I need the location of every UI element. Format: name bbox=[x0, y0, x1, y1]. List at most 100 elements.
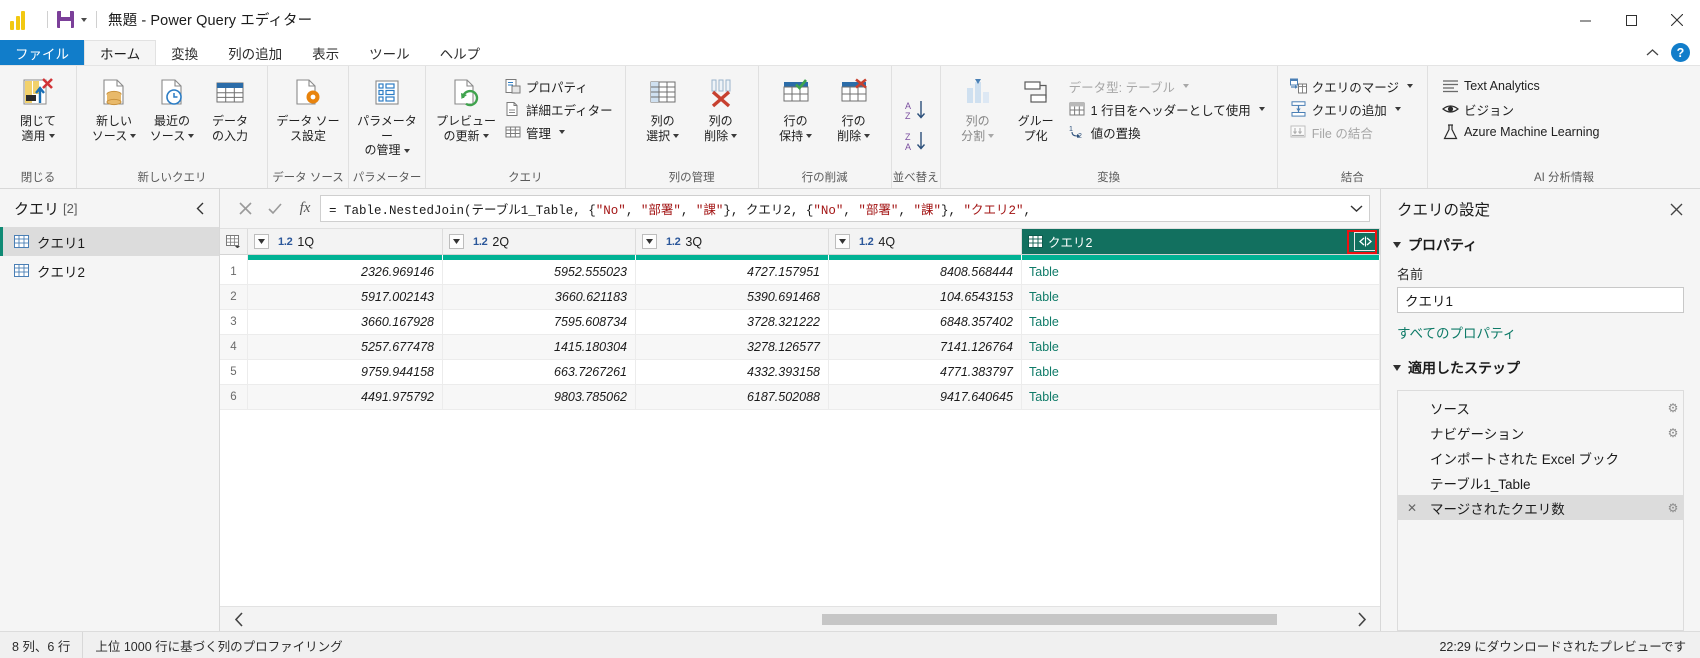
grid-cell[interactable]: 4491.975792 bbox=[248, 385, 443, 409]
scroll-right-chevron-right-icon[interactable] bbox=[1342, 611, 1380, 627]
chevron-down-icon[interactable] bbox=[130, 134, 137, 139]
tab-tools[interactable]: ツール bbox=[354, 40, 425, 65]
grid-cell[interactable]: 5917.002143 bbox=[248, 285, 443, 309]
grid-cell-table-link[interactable]: Table bbox=[1022, 360, 1380, 384]
chevron-down-icon[interactable] bbox=[731, 134, 738, 139]
grid-cell[interactable]: 4332.393158 bbox=[636, 360, 829, 384]
column-header-3q[interactable]: 1.2 3Q bbox=[636, 229, 829, 254]
row-number[interactable]: 6 bbox=[220, 385, 248, 409]
applied-step-item[interactable]: ✕ マージされたクエリ数 ⚙ bbox=[1398, 495, 1683, 520]
grid-cell[interactable]: 3660.167928 bbox=[248, 310, 443, 334]
vision-button[interactable]: ビジョン bbox=[1438, 98, 1606, 120]
data-source-settings-button[interactable]: データ ソー ス設定 bbox=[274, 71, 342, 143]
new-source-button[interactable]: 新しい ソース bbox=[85, 71, 143, 143]
chevron-down-icon[interactable] bbox=[188, 134, 195, 139]
applied-step-item[interactable]: インポートされた Excel ブック bbox=[1398, 445, 1683, 470]
merge-queries-button[interactable]: クエリのマージ bbox=[1286, 75, 1419, 97]
tab-add-column[interactable]: 列の追加 bbox=[213, 40, 297, 65]
gear-icon[interactable]: ⚙ bbox=[1663, 401, 1683, 415]
query-list-item-2[interactable]: クエリ2 bbox=[0, 256, 219, 285]
horizontal-scrollbar[interactable] bbox=[220, 606, 1380, 631]
refresh-preview-button[interactable]: プレビュー の更新 bbox=[432, 71, 500, 143]
chevron-down-icon[interactable] bbox=[482, 134, 489, 139]
delete-step-x-icon[interactable]: ✕ bbox=[1404, 501, 1420, 515]
query-name-input[interactable]: クエリ1 bbox=[1397, 287, 1684, 313]
grid-cell[interactable]: 4727.157951 bbox=[636, 260, 829, 284]
tab-view[interactable]: 表示 bbox=[297, 40, 354, 65]
chevron-down-icon[interactable] bbox=[1393, 365, 1401, 371]
chevron-down-icon[interactable] bbox=[806, 134, 813, 139]
grid-cell[interactable]: 9417.640645 bbox=[829, 385, 1022, 409]
grid-cell[interactable]: 4771.383797 bbox=[829, 360, 1022, 384]
table-row[interactable]: 3 3660.167928 7595.608734 3728.321222 6848.3… bbox=[220, 310, 1380, 335]
choose-columns-button[interactable]: 列の 選択 bbox=[634, 71, 692, 143]
chevron-down-icon[interactable] bbox=[48, 134, 55, 139]
column-header-query2[interactable]: クエリ2 bbox=[1022, 229, 1380, 254]
tab-help[interactable]: ヘルプ bbox=[425, 40, 496, 65]
grid-cell[interactable]: 663.7267261 bbox=[443, 360, 636, 384]
combine-files-button[interactable]: File の結合 bbox=[1286, 121, 1419, 143]
properties-section-header[interactable]: プロパティ bbox=[1381, 229, 1700, 261]
remove-columns-button[interactable]: 列の 削除 bbox=[692, 71, 750, 143]
grid-cell[interactable]: 104.6543153 bbox=[829, 285, 1022, 309]
grid-cell-table-link[interactable]: Table bbox=[1022, 335, 1380, 359]
append-queries-button[interactable]: クエリの追加 bbox=[1286, 98, 1419, 120]
grid-cell[interactable]: 3660.621183 bbox=[443, 285, 636, 309]
quick-access-chevron-down-icon[interactable] bbox=[81, 17, 87, 22]
keep-rows-button[interactable]: 行の 保持 bbox=[767, 71, 825, 143]
column-header-4q[interactable]: 1.2 4Q bbox=[829, 229, 1022, 254]
applied-steps-section-header[interactable]: 適用したステップ bbox=[1381, 342, 1700, 384]
column-header-1q[interactable]: 1.2 1Q bbox=[248, 229, 443, 254]
close-icon[interactable] bbox=[1654, 0, 1700, 40]
grid-cell[interactable]: 6848.357402 bbox=[829, 310, 1022, 334]
row-number[interactable]: 5 bbox=[220, 360, 248, 384]
grid-cell-table-link[interactable]: Table bbox=[1022, 260, 1380, 284]
grid-cell[interactable]: 7141.126764 bbox=[829, 335, 1022, 359]
grid-cell-table-link[interactable]: Table bbox=[1022, 285, 1380, 309]
chevron-down-icon[interactable] bbox=[1393, 242, 1401, 248]
scrollbar-thumb[interactable] bbox=[821, 613, 1277, 625]
split-column-button[interactable]: 列の 分割 bbox=[949, 71, 1007, 143]
filter-dropdown-icon[interactable] bbox=[254, 234, 269, 249]
sort-ascending-button[interactable]: A Z bbox=[904, 99, 928, 123]
formula-input[interactable]: = Table.NestedJoin(テーブル1_Table, {"No", "… bbox=[320, 195, 1370, 222]
table-row[interactable]: 2 5917.002143 3660.621183 5390.691468 104.65… bbox=[220, 285, 1380, 310]
save-icon[interactable] bbox=[57, 11, 74, 28]
row-number[interactable]: 4 bbox=[220, 335, 248, 359]
grid-cell[interactable]: 2326.969146 bbox=[248, 260, 443, 284]
close-icon[interactable] bbox=[1665, 201, 1688, 218]
grid-cell[interactable]: 8408.568444 bbox=[829, 260, 1022, 284]
sort-descending-button[interactable]: Z A bbox=[904, 130, 928, 154]
tab-transform[interactable]: 変換 bbox=[156, 40, 213, 65]
chevron-down-icon[interactable] bbox=[1182, 84, 1189, 88]
expand-formula-chevron-down-icon[interactable] bbox=[1343, 196, 1369, 221]
replace-values-button[interactable]: 12 値の置換 bbox=[1065, 121, 1271, 143]
expand-columns-icon[interactable] bbox=[1354, 232, 1376, 251]
scrollbar-track[interactable] bbox=[258, 612, 1342, 626]
recent-sources-button[interactable]: 最近の ソース bbox=[143, 71, 201, 143]
cancel-x-icon[interactable] bbox=[230, 196, 260, 222]
properties-button[interactable]: プロパティ bbox=[500, 75, 619, 97]
table-row[interactable]: 4 5257.677478 1415.180304 3278.126577 7141.1… bbox=[220, 335, 1380, 360]
scroll-left-chevron-left-icon[interactable] bbox=[220, 611, 258, 627]
chevron-down-icon[interactable] bbox=[673, 134, 680, 139]
maximize-icon[interactable] bbox=[1608, 0, 1654, 40]
filter-dropdown-icon[interactable] bbox=[449, 234, 464, 249]
collapse-queries-pane-chevron-left-icon[interactable] bbox=[192, 200, 209, 217]
chevron-down-icon[interactable] bbox=[988, 134, 995, 139]
minimize-icon[interactable] bbox=[1562, 0, 1608, 40]
group-by-button[interactable]: グルー プ化 bbox=[1007, 71, 1065, 143]
azure-machine-learning-button[interactable]: Azure Machine Learning bbox=[1438, 121, 1606, 143]
grid-cell[interactable]: 6187.502088 bbox=[636, 385, 829, 409]
grid-cell[interactable]: 1415.180304 bbox=[443, 335, 636, 359]
chevron-down-icon[interactable] bbox=[1406, 84, 1413, 88]
applied-step-item[interactable]: ソース ⚙ bbox=[1398, 395, 1683, 420]
filter-dropdown-icon[interactable] bbox=[642, 234, 657, 249]
grid-cell[interactable]: 3278.126577 bbox=[636, 335, 829, 359]
enter-data-button[interactable]: データ の入力 bbox=[201, 71, 259, 143]
query-list-item-1[interactable]: クエリ1 bbox=[0, 227, 219, 256]
column-header-2q[interactable]: 1.2 2Q bbox=[443, 229, 636, 254]
close-and-apply-button[interactable]: 閉じて 適用 bbox=[12, 71, 64, 143]
grid-cell-table-link[interactable]: Table bbox=[1022, 310, 1380, 334]
grid-cell[interactable]: 5257.677478 bbox=[248, 335, 443, 359]
